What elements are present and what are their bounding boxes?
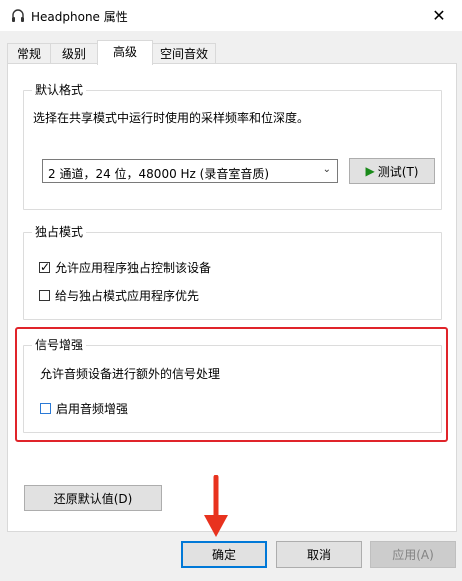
ok-button-label: 确定: [211, 548, 236, 562]
default-format-title: 默认格式: [32, 83, 87, 97]
default-format-group: 默认格式 选择在共享模式中运行时使用的采样频率和位深度。 2 通道，24 位，4…: [23, 83, 442, 210]
play-icon: ▶: [365, 164, 375, 178]
highlight-box: [15, 327, 448, 442]
apply-button[interactable]: 应用(A): [370, 541, 456, 568]
tab-advanced[interactable]: 高级: [97, 40, 153, 65]
sample-format-select[interactable]: 2 通道，24 位，48000 Hz (录音室音质) ⌄: [42, 159, 338, 183]
give-priority-checkbox[interactable]: [39, 290, 50, 301]
exclusive-mode-group: 独占模式 ✓ 允许应用程序独占控制该设备 给与独占模式应用程序优先: [23, 225, 442, 320]
tab-label: 常规: [16, 47, 41, 61]
test-button-label: 测试(T): [377, 164, 419, 179]
allow-exclusive-label: 允许应用程序独占控制该设备: [55, 261, 212, 275]
ok-button[interactable]: 确定: [181, 541, 267, 568]
restore-defaults-label: 还原默认值(D): [53, 491, 133, 506]
cancel-button[interactable]: 取消: [276, 541, 362, 568]
tab-label: 空间音效: [159, 47, 208, 61]
advanced-panel: 默认格式 选择在共享模式中运行时使用的采样频率和位深度。 2 通道，24 位，4…: [7, 63, 457, 532]
give-priority-label: 给与独占模式应用程序优先: [55, 289, 200, 303]
test-button[interactable]: ▶ 测试(T): [349, 158, 435, 184]
close-button[interactable]: ✕: [416, 0, 462, 31]
tab-levels[interactable]: 级别: [50, 43, 98, 64]
tab-spatial-sound[interactable]: 空间音效: [152, 43, 216, 64]
sample-format-value: 2 通道，24 位，48000 Hz (录音室音质): [48, 167, 270, 181]
restore-defaults-button[interactable]: 还原默认值(D): [24, 485, 162, 511]
exclusive-mode-title: 独占模式: [32, 225, 87, 239]
title-bar: Headphone 属性 ✕: [0, 0, 462, 31]
tab-label: 级别: [61, 47, 86, 61]
apply-button-label: 应用(A): [392, 548, 434, 562]
tab-label: 高级: [112, 45, 137, 59]
chevron-down-icon: ⌄: [322, 164, 331, 175]
default-format-description: 选择在共享模式中运行时使用的采样频率和位深度。: [33, 111, 310, 125]
window-title: Headphone 属性: [31, 10, 128, 24]
tab-general[interactable]: 常规: [7, 43, 51, 64]
close-icon: ✕: [432, 6, 446, 25]
allow-exclusive-checkbox[interactable]: ✓: [39, 260, 51, 274]
checkmark-icon: ✓: [40, 260, 51, 274]
headphone-icon: [12, 9, 24, 22]
cancel-button-label: 取消: [306, 548, 331, 562]
annotation-arrow-icon: [204, 475, 228, 537]
